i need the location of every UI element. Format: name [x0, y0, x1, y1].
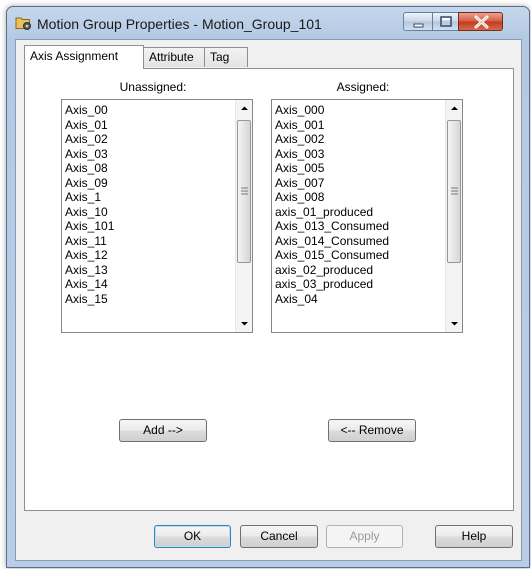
list-item[interactable]: Axis_09: [65, 176, 114, 191]
list-item[interactable]: Axis_14: [65, 277, 114, 292]
apply-button[interactable]: Apply: [326, 525, 403, 548]
tab-attribute[interactable]: Attribute: [143, 47, 205, 67]
list-item[interactable]: Axis_10: [65, 205, 114, 220]
ok-button[interactable]: OK: [154, 525, 231, 548]
maximize-button[interactable]: [432, 12, 459, 31]
scroll-down-arrow-icon[interactable]: [236, 315, 252, 332]
grip-icon: [241, 187, 248, 195]
unassigned-items: Axis_00 Axis_01 Axis_02 Axis_03 Axis_08 Axis_…: [65, 103, 114, 306]
list-item[interactable]: Axis_02: [65, 132, 114, 147]
assigned-listbox[interactable]: Axis_000 Axis_001 Axis_002 Axis_003 Axis_005…: [271, 99, 463, 333]
help-button[interactable]: Help: [435, 525, 513, 548]
list-item[interactable]: Axis_013_Consumed: [275, 219, 389, 234]
list-item[interactable]: Axis_08: [65, 161, 114, 176]
list-item[interactable]: Axis_04: [275, 292, 389, 307]
scroll-up-arrow-icon[interactable]: [446, 100, 462, 117]
close-button[interactable]: [458, 12, 503, 31]
window-title: Motion Group Properties - Motion_Group_1…: [37, 16, 322, 32]
list-item[interactable]: Axis_002: [275, 132, 389, 147]
axis-assignment-panel: Unassigned: Assigned: Axis_00 Axis_01 Axis…: [24, 68, 514, 511]
list-item[interactable]: Axis_03: [65, 147, 114, 162]
list-item[interactable]: Axis_15: [65, 292, 114, 307]
list-item[interactable]: Axis_00: [65, 103, 114, 118]
tab-tag[interactable]: Tag: [204, 47, 248, 67]
list-item[interactable]: Axis_015_Consumed: [275, 248, 389, 263]
motion-group-icon: [15, 15, 33, 31]
scroll-thumb[interactable]: [447, 120, 461, 263]
list-item[interactable]: Axis_008: [275, 190, 389, 205]
list-item[interactable]: Axis_007: [275, 176, 389, 191]
unassigned-label: Unassigned:: [119, 80, 187, 94]
remove-button[interactable]: <-- Remove: [328, 419, 416, 442]
list-item[interactable]: Axis_005: [275, 161, 389, 176]
scroll-up-arrow-icon[interactable]: [236, 100, 252, 117]
list-item[interactable]: axis_01_produced: [275, 205, 389, 220]
maximize-icon: [440, 16, 452, 27]
tab-axis-assignment[interactable]: Axis Assignment: [24, 45, 144, 69]
list-item[interactable]: axis_02_produced: [275, 263, 389, 278]
list-item[interactable]: Axis_000: [275, 103, 389, 118]
minimize-button[interactable]: [403, 12, 433, 31]
list-item[interactable]: Axis_12: [65, 248, 114, 263]
list-item[interactable]: Axis_014_Consumed: [275, 234, 389, 249]
cancel-button[interactable]: Cancel: [240, 525, 318, 548]
dialog-client: Axis Assignment Attribute Tag Unassigned…: [15, 39, 522, 561]
list-item[interactable]: Axis_001: [275, 118, 389, 133]
list-item[interactable]: axis_03_produced: [275, 277, 389, 292]
list-item[interactable]: Axis_003: [275, 147, 389, 162]
close-icon: [474, 15, 489, 29]
list-item[interactable]: Axis_13: [65, 263, 114, 278]
add-button[interactable]: Add -->: [119, 419, 207, 442]
unassigned-listbox[interactable]: Axis_00 Axis_01 Axis_02 Axis_03 Axis_08 Axis_…: [61, 99, 253, 333]
assigned-items: Axis_000 Axis_001 Axis_002 Axis_003 Axis_005…: [275, 103, 389, 306]
list-item[interactable]: Axis_101: [65, 219, 114, 234]
scroll-down-arrow-icon[interactable]: [446, 315, 462, 332]
unassigned-scrollbar[interactable]: [235, 100, 252, 332]
assigned-scrollbar[interactable]: [445, 100, 462, 332]
scroll-thumb[interactable]: [237, 120, 251, 263]
grip-icon: [451, 187, 458, 195]
list-item[interactable]: Axis_01: [65, 118, 114, 133]
dialog-window: Motion Group Properties - Motion_Group_1…: [6, 6, 530, 568]
minimize-icon: [413, 23, 424, 28]
assigned-label: Assigned:: [336, 80, 390, 94]
title-bar[interactable]: Motion Group Properties - Motion_Group_1…: [7, 7, 529, 39]
list-item[interactable]: Axis_11: [65, 234, 114, 249]
list-item[interactable]: Axis_1: [65, 190, 114, 205]
